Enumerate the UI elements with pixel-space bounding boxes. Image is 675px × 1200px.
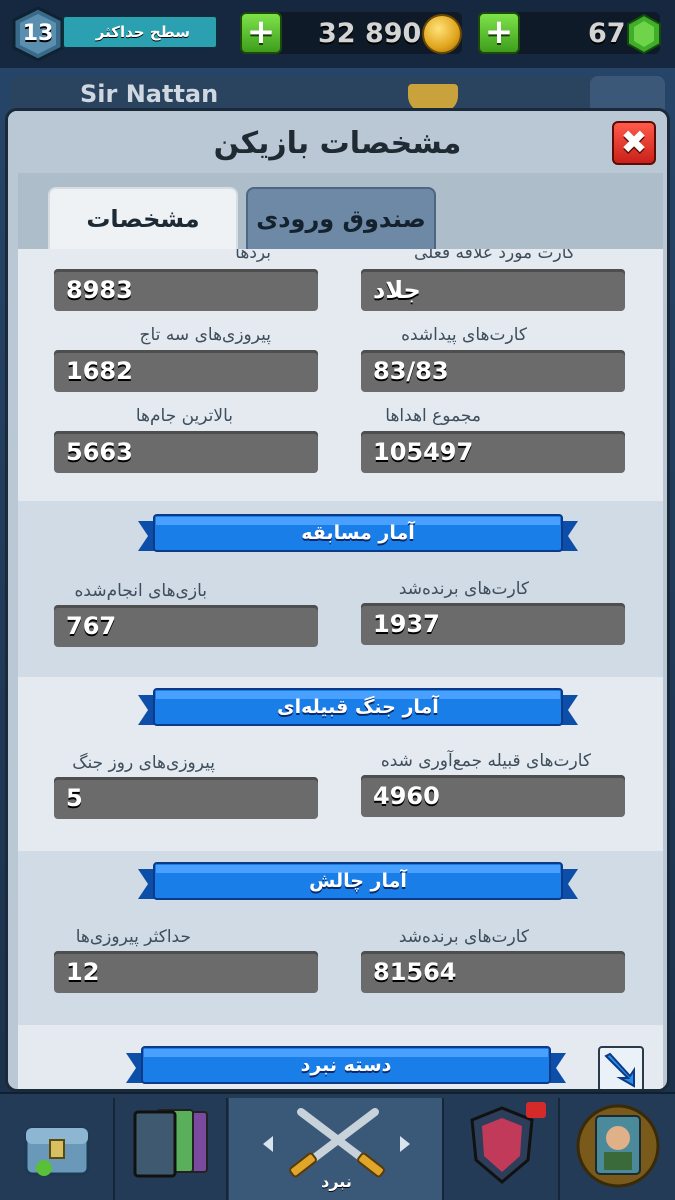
challenge-stats-section: آمار چالش حداکثر پیروزی‌ها کارت‌های برند… [18,851,663,1025]
gems-value: 67 [588,18,626,49]
challenge-cards-won-label: کارت‌های برنده‌شد [398,927,529,947]
tab-profile[interactable]: مشخصات [48,187,238,249]
war-day-wins-label: پیروزی‌های روز جنگ [72,753,215,773]
clan-war-ribbon: آمار جنگ قبیله‌ای [138,685,578,731]
favorite-card-value-box: جلاد [361,269,625,311]
total-donations-label: مجموع اهداها [385,406,481,426]
total-donations-value-box: 105497 [361,431,625,473]
clan-shield-icon [470,1102,546,1184]
war-day-wins-value: 5 [66,784,83,812]
modal-title: مشخصات بازیکن [213,126,462,161]
clan-cards-collected-label: کارت‌های قبیله جمع‌آوری شده [380,751,591,771]
cards-found-value: 83/83 [373,357,449,385]
nav-events[interactable] [560,1098,675,1200]
best-trophies-value: 5663 [66,438,133,466]
max-wins-value: 12 [66,958,100,986]
bottom-nav: نبرد [0,1092,675,1200]
max-wins-value-box: 12 [54,951,318,993]
wins-label: بردها [235,249,271,263]
copy-deck-button[interactable] [598,1046,644,1089]
war-day-wins-value-box: 5 [54,777,318,819]
tournament-cards-won-value-box: 1937 [361,603,625,645]
clan-cards-collected-value-box: 4960 [361,775,625,817]
battle-deck-title: دسته نبرد [300,1054,392,1076]
top-bar: 13 سطح حداکثر + 32 890 + 67 [0,0,675,68]
games-played-value-box: 767 [54,605,318,647]
tournament-ribbon: آمار مسابقه [138,511,578,557]
battle-deck-ribbon: دسته نبرد [126,1043,566,1089]
tournament-title: آمار مسابقه [301,522,415,544]
xp-label: سطح حداکثر [95,23,190,41]
left-arrow-icon [263,1136,273,1152]
gold-value: 32 890 [318,18,422,49]
profile-content[interactable]: بردها کارت مورد علاقه فعلی 8983 جلاد پیر… [18,249,663,1089]
laurel-portrait-icon [576,1104,660,1188]
challenge-ribbon: آمار چالش [138,859,578,905]
level-number: 13 [22,21,54,46]
wins-value-box: 8983 [54,269,318,311]
screen: 13 سطح حداکثر + 32 890 + 67 Sir Nattan م… [0,0,675,1200]
total-donations-value: 105497 [373,438,474,466]
cards-found-value-box: 83/83 [361,350,625,392]
level-badge[interactable]: 13 [10,6,66,62]
challenge-cards-won-value: 81564 [373,958,457,986]
clan-war-stats-section: آمار جنگ قبیله‌ای پیروزی‌های روز جنگ کار… [18,677,663,851]
player-profile-modal: مشخصات بازیکن ✖ مشخصات صندوق ورودی بردها… [5,108,670,1092]
three-crown-value-box: 1682 [54,350,318,392]
modal-header: مشخصات بازیکن ✖ [8,111,667,173]
tab-inbox[interactable]: صندوق ورودی [246,187,436,249]
add-gold-button[interactable]: + [240,12,282,54]
gem-icon [627,14,661,54]
wins-value: 8983 [66,276,133,304]
challenge-title: آمار چالش [309,870,407,892]
nav-shop[interactable] [0,1098,115,1200]
general-stats-section: بردها کارت مورد علاقه فعلی 8983 جلاد پیر… [18,249,663,501]
treasure-chest-icon [24,1126,90,1176]
add-gems-button[interactable]: + [478,12,520,54]
tournament-cards-won-label: کارت‌های برنده‌شد [398,579,529,599]
clan-cards-collected-value: 4960 [373,782,440,810]
best-trophies-label: بالاترین جام‌ها [135,406,233,426]
nav-cards[interactable] [115,1098,228,1200]
cards-found-label: کارت‌های پیداشده [401,325,527,345]
tournament-stats-section: آمار مسابقه بازی‌های انجام‌شده کارت‌های … [18,501,663,677]
nav-battle-label: نبرد [321,1172,352,1191]
xp-bar: سطح حداکثر [62,15,218,49]
max-wins-label: حداکثر پیروزی‌ها [75,927,191,947]
cards-icon [133,1109,208,1178]
close-button[interactable]: ✖ [612,121,656,165]
nav-clan[interactable] [444,1098,560,1200]
battle-deck-section: دسته نبرد [18,1025,663,1089]
clan-war-title: آمار جنگ قبیله‌ای [277,696,439,718]
player-name: Sir Nattan [80,80,219,108]
tab-bar: مشخصات صندوق ورودی [18,173,663,249]
share-arrow-icon [604,1052,635,1088]
gold-coin-icon [422,14,462,54]
three-crown-label: پیروزی‌های سه تاج [139,325,271,345]
games-played-label: بازی‌های انجام‌شده [74,581,208,601]
right-arrow-icon [400,1136,410,1152]
favorite-card-label: کارت مورد علاقه فعلی [413,249,575,263]
tournament-cards-won-value: 1937 [373,610,440,638]
favorite-card-value: جلاد [373,276,421,304]
challenge-cards-won-value-box: 81564 [361,951,625,993]
three-crown-value: 1682 [66,357,133,385]
games-played-value: 767 [66,612,117,640]
best-trophies-value-box: 5663 [54,431,318,473]
